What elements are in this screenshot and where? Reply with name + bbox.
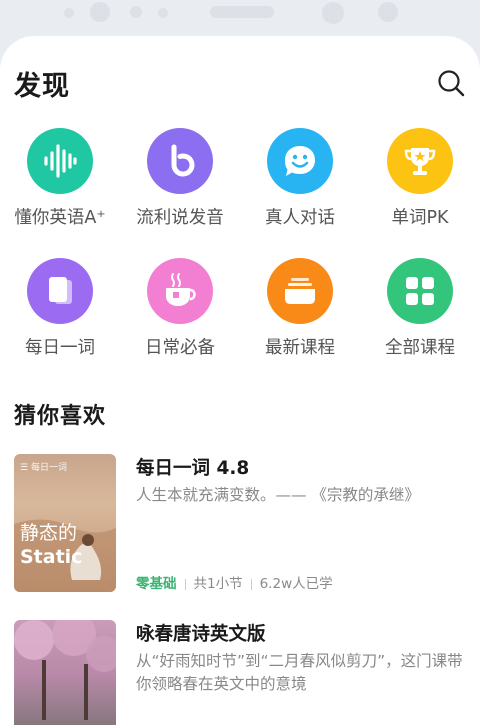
course-learners: 6.2w人已学 (259, 576, 333, 592)
course-title: 每日一词 4.8 (136, 458, 250, 479)
course-desc: 从“好雨知时节”到“二月春风似剪刀”，这门课带你领略春在英文中的意境 (136, 652, 463, 693)
feature-label: 全部课程 (385, 338, 455, 358)
course-sections: 共1小节 (193, 576, 243, 592)
trophy-icon (387, 128, 453, 194)
status-dot (378, 2, 398, 22)
teacup-icon (147, 258, 213, 324)
course-card[interactable]: 咏春唐诗英文版 从“好雨知时节”到“二月春风似剪刀”，这门课带你领略春在英文中的… (14, 620, 466, 725)
thumb-title-cn: 静态的 (20, 522, 78, 544)
course-thumbnail: ☰ 每日一词 静态的 Static (14, 454, 116, 592)
status-dot (130, 6, 142, 18)
status-dot (64, 8, 74, 18)
feature-label: 真人对话 (265, 208, 335, 228)
course-card[interactable]: ☰ 每日一词 静态的 Static 每日一词 4.8 人生本就充满变数。—— 《… (14, 454, 466, 594)
thumb-title-en: Static (20, 546, 83, 568)
feature-label: 每日一词 (25, 338, 95, 358)
course-meta: 零基础 共1小节 6.2w人已学 (136, 572, 333, 592)
feature-label: 流利说发音 (136, 208, 224, 228)
thumb-tag: ☰ 每日一词 (20, 463, 67, 473)
menu-icon: ☰ (20, 463, 31, 473)
page-header: 发现 (14, 62, 466, 106)
search-icon (438, 70, 465, 97)
feature-label: 最新课程 (265, 338, 335, 358)
search-button[interactable] (436, 68, 466, 98)
feature-item-wordpk[interactable]: 单词PK (360, 128, 480, 238)
page-title: 发现 (14, 71, 70, 102)
pronounce-icon (147, 128, 213, 194)
feature-item-dailyword[interactable]: 每日一词 (0, 258, 120, 368)
course-thumbnail (14, 620, 116, 725)
grid-apps-icon (387, 258, 453, 324)
feature-label: 单词PK (391, 208, 449, 228)
section-title: 猜你喜欢 (14, 404, 107, 429)
course-desc: 人生本就充满变数。—— 《宗教的承继》 (136, 486, 420, 504)
chat-face-icon (267, 128, 333, 194)
course-level: 零基础 (136, 576, 177, 592)
status-dot (158, 8, 168, 18)
feature-item-newest[interactable]: 最新课程 (240, 258, 360, 368)
status-pill (210, 6, 274, 18)
feature-item-pronounce[interactable]: 流利说发音 (120, 128, 240, 238)
cards-icon (27, 258, 93, 324)
feature-item-daily[interactable]: 日常必备 (120, 258, 240, 368)
feature-item-dongni[interactable]: 懂你英语A⁺ (0, 128, 120, 238)
discover-screen: 发现 懂你英语A⁺ 流利说发音 真人对话 单词PK 每日一词 日常必备 最新课程… (0, 36, 480, 725)
course-stack-icon (267, 258, 333, 324)
status-dot (322, 2, 344, 24)
waveform-icon (27, 128, 93, 194)
course-title: 咏春唐诗英文版 (136, 624, 266, 645)
feature-item-dialogue[interactable]: 真人对话 (240, 128, 360, 238)
feature-item-allcourses[interactable]: 全部课程 (360, 258, 480, 368)
meta-divider (184, 578, 186, 590)
feature-label: 日常必备 (145, 338, 215, 358)
status-dot (90, 2, 110, 22)
feature-label: 懂你英语A⁺ (14, 208, 106, 228)
meta-divider (250, 578, 252, 590)
